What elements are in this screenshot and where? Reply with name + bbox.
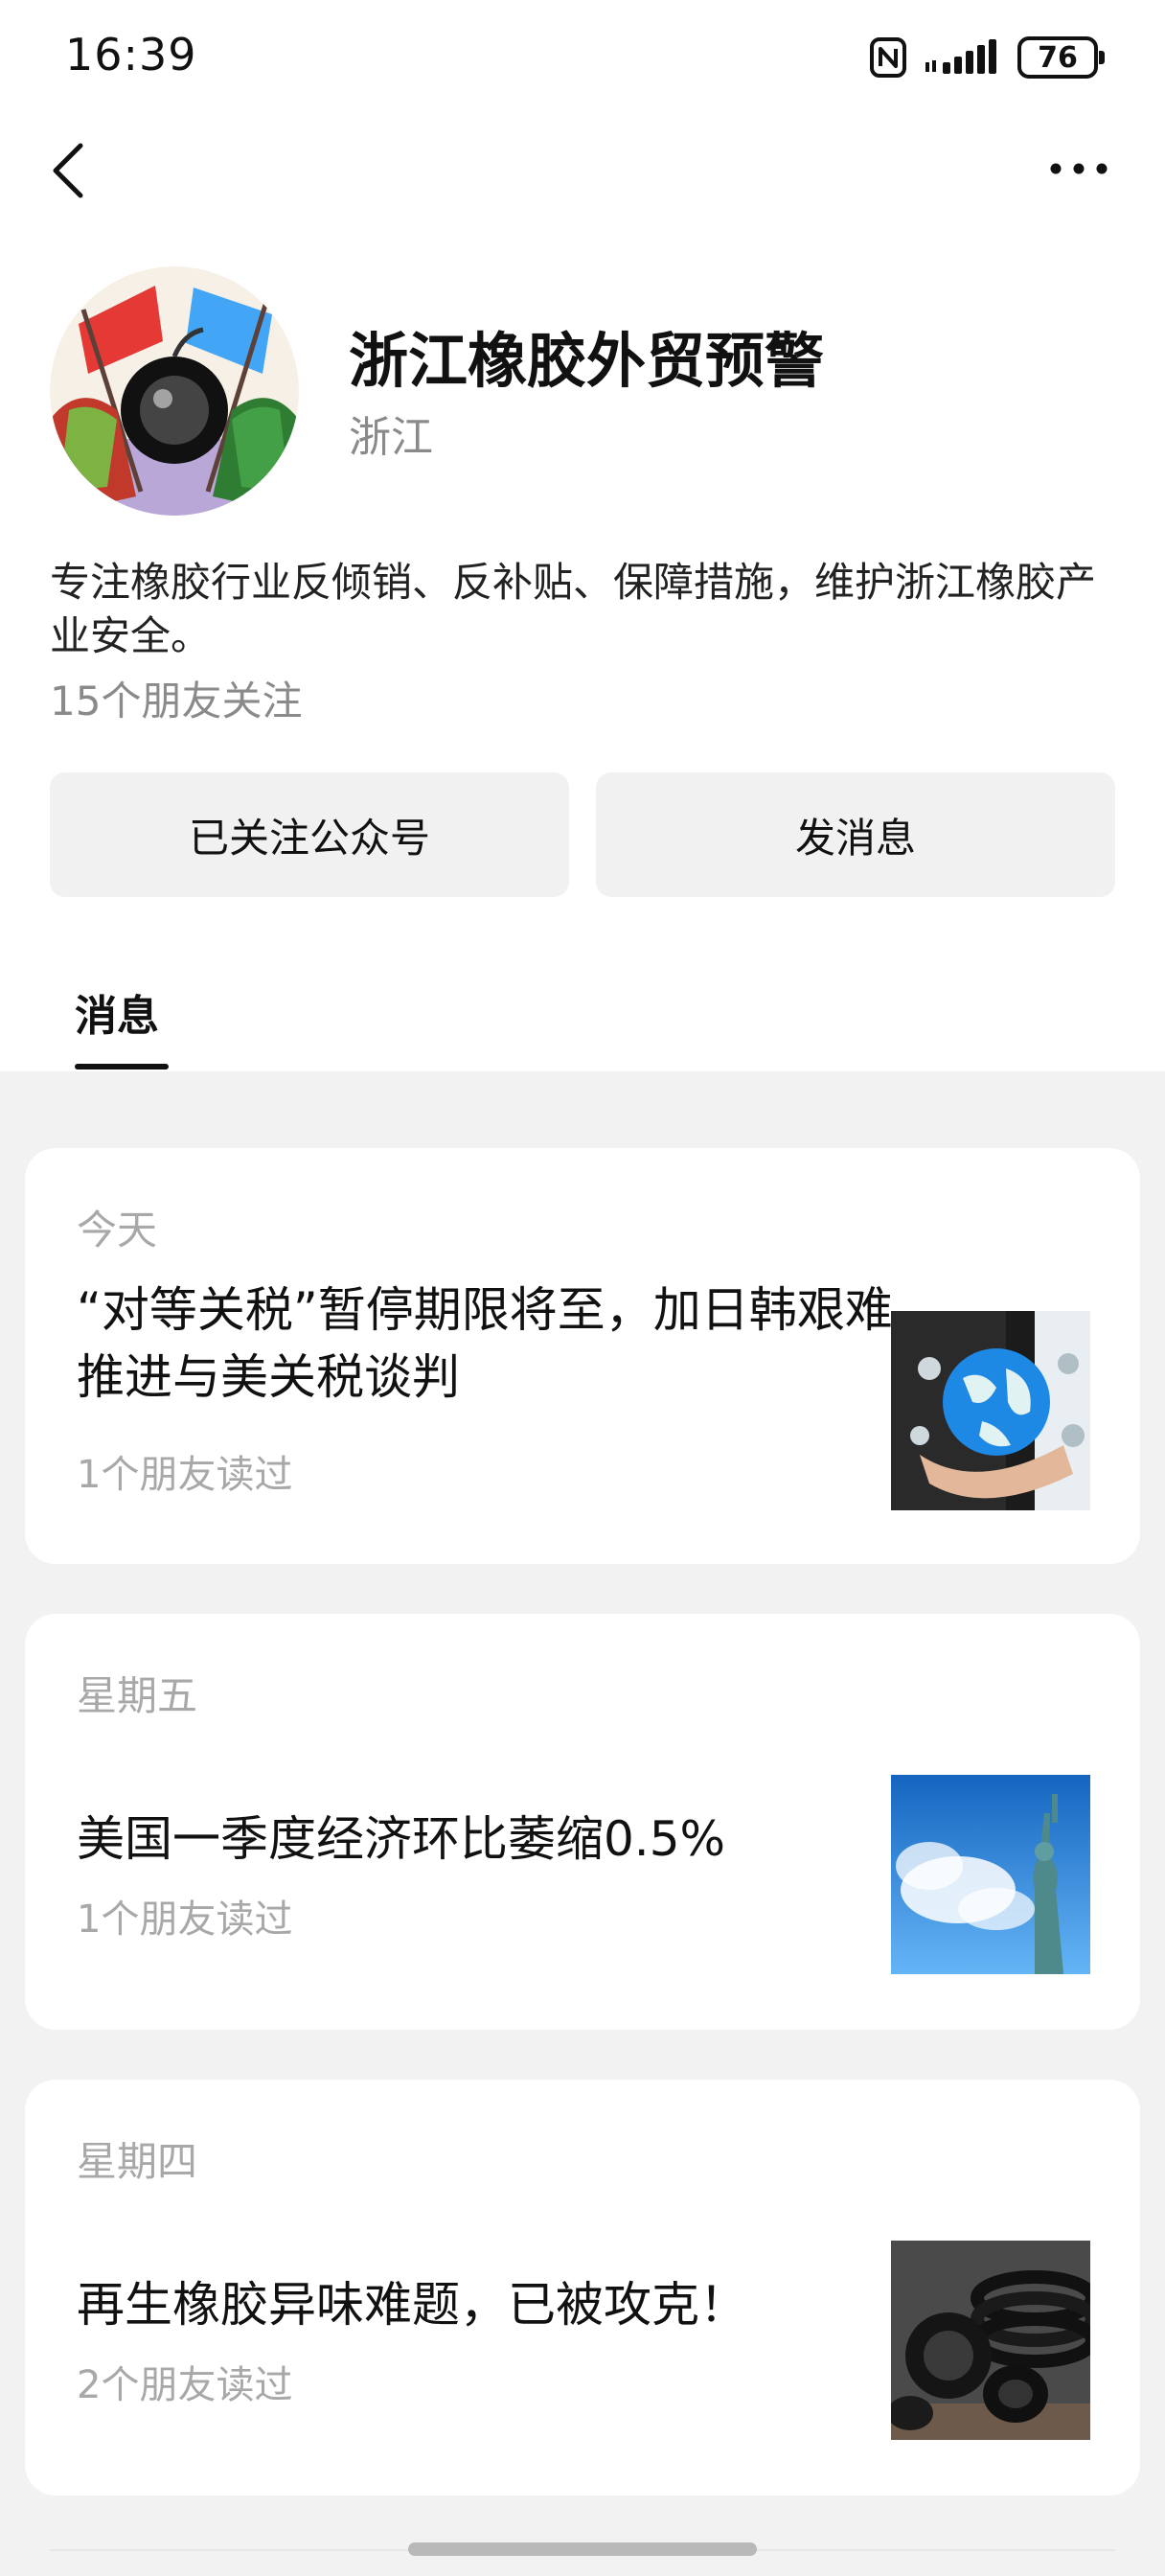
account-region: 浙江	[349, 413, 433, 462]
statue-of-liberty-icon[interactable]	[891, 1775, 1090, 1974]
article-reads: 1个朋友读过	[77, 1453, 293, 1497]
home-indicator[interactable]	[408, 2542, 757, 2556]
article-reads: 1个朋友读过	[77, 1898, 293, 1942]
article-date: 星期五	[77, 1672, 198, 1719]
article-card[interactable]: 星期五 美国一季度经济环比萎缩0.5% 1个朋友读过	[25, 1614, 1140, 2030]
status-icons: 76	[870, 34, 1105, 80]
official-account-profile-page: 16:39 76 浙江橡胶外贸预警 浙江 专注橡胶行业反倾销、反补贴、保障措施，…	[0, 0, 1165, 2576]
article-title[interactable]: 再生橡胶异味难题，已被攻克！	[77, 2271, 901, 2338]
back-icon[interactable]	[46, 140, 94, 201]
nfc-icon	[870, 37, 906, 78]
friends-follow-count[interactable]: 15个朋友关注	[50, 669, 302, 727]
tab-active-indicator	[75, 1064, 169, 1070]
status-time: 16:39	[65, 29, 197, 80]
article-reads: 2个朋友读过	[77, 2363, 293, 2407]
status-bar: 16:39 76	[0, 0, 1165, 115]
send-message-button[interactable]: 发消息	[596, 772, 1115, 897]
followed-button[interactable]: 已关注公众号	[50, 772, 569, 897]
battery-level: 76	[1038, 40, 1078, 75]
globe-in-hand-icon[interactable]	[891, 1311, 1090, 1510]
article-title[interactable]: 美国一季度经济环比萎缩0.5%	[77, 1806, 901, 1873]
more-icon[interactable]	[1048, 153, 1109, 184]
signal-icon	[925, 39, 996, 74]
article-card[interactable]: 星期四 再生橡胶异味难题，已被攻克！ 2个朋友读过	[25, 2080, 1140, 2496]
account-description: 专注橡胶行业反倾销、反补贴、保障措施，维护浙江橡胶产业安全。	[50, 559, 1097, 659]
rubber-hose-icon[interactable]	[891, 2241, 1090, 2440]
message-feed: 今天 “对等关税”暂停期限将至，加日韩艰难推进与美关税谈判 1个朋友读过 星期五	[0, 1071, 1165, 2576]
battery-icon: 76	[1017, 36, 1105, 79]
article-card[interactable]: 今天 “对等关税”暂停期限将至，加日韩艰难推进与美关税谈判 1个朋友读过	[25, 1148, 1140, 1564]
account-name: 浙江橡胶外贸预警	[349, 326, 825, 396]
tab-messages[interactable]: 消息	[75, 981, 159, 1043]
article-date: 今天	[77, 1207, 158, 1254]
avatar[interactable]	[50, 266, 299, 516]
article-date: 星期四	[77, 2138, 198, 2185]
article-title[interactable]: “对等关税”暂停期限将至，加日韩艰难推进与美关税谈判	[77, 1276, 901, 1411]
